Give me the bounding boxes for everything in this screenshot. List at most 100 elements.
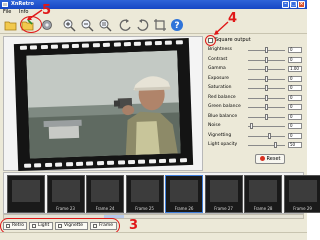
frame-thumbnail[interactable]: Frame 27 [204, 175, 243, 213]
slider-label: Green balance [208, 104, 241, 109]
frame-label: Frame 29 [293, 206, 312, 211]
annotation-number-3: 3 [129, 218, 139, 233]
value-spinner[interactable]: 0 [288, 85, 302, 91]
slider-row: Noise 0 [208, 122, 304, 130]
window-title: XnRetro [11, 1, 34, 7]
menu-file[interactable]: File [3, 9, 11, 15]
slider-label: Blue balance [208, 113, 238, 119]
help-icon[interactable]: ? [170, 18, 184, 32]
slider-row: Vignetting 0 [208, 132, 304, 140]
slider-row: Gamma 1.00 [208, 65, 304, 73]
slider-row: Saturation 0 [208, 84, 304, 92]
slider-row: Green balance 0 [208, 103, 304, 111]
frame-preview [249, 180, 277, 202]
slider-label: Light opacity [208, 142, 238, 147]
slider-row: Exposure 0 [208, 75, 304, 83]
annotation-arrow-4-icon [214, 21, 229, 35]
value-spinner[interactable]: 0 [288, 123, 302, 129]
frame-thumbnail[interactable]: Frame 25 [125, 175, 164, 213]
frame-preview [288, 180, 317, 202]
reset-label: Reset [266, 156, 281, 162]
value-spinner[interactable]: 0 [288, 56, 302, 63]
app-window: XnRetro – □ × File Info ? 5 Square outpu… [0, 0, 320, 240]
frame-thumbnail[interactable]: Frame 26 [165, 175, 203, 213]
slider-thumb[interactable] [265, 113, 268, 120]
frame-preview [12, 180, 40, 202]
value-spinner[interactable]: 50 [288, 142, 302, 148]
slider-thumb[interactable] [265, 85, 268, 91]
reset-icon [259, 156, 265, 161]
slider-row: Red balance 0 [208, 94, 304, 102]
open-folder-icon[interactable] [4, 18, 18, 32]
image-preview [3, 36, 203, 172]
status-bar [0, 232, 307, 240]
slider-row: Blue balance 0 [208, 113, 304, 121]
close-button[interactable]: × [298, 1, 305, 8]
frame-label: Frame 23 [56, 206, 75, 211]
zoom-out-icon[interactable] [80, 18, 94, 32]
frame-preview [91, 180, 119, 202]
adjustments-panel: Square output Brightness 0 Contrast 0 Gamma 1… [205, 36, 304, 171]
slider-label: Saturation [208, 85, 232, 90]
frame-preview [51, 180, 80, 202]
frame-label: Frame 26 [174, 206, 194, 211]
minimize-button[interactable]: – [282, 1, 289, 8]
frame-label: Frame 25 [135, 206, 154, 211]
slider-thumb[interactable] [273, 142, 277, 148]
sprocket-holes-bottom [24, 158, 187, 169]
slider-thumb[interactable] [265, 104, 268, 110]
reset-button[interactable]: Reset [255, 154, 285, 164]
frame-preview [209, 180, 238, 202]
frame-thumbnail[interactable] [7, 175, 45, 213]
frame-thumbnail[interactable]: Frame 29 [283, 175, 320, 213]
slider-label: Gamma [208, 66, 226, 71]
value-spinner[interactable]: 0 [288, 94, 302, 101]
value-spinner[interactable]: 0 [288, 132, 302, 139]
slider-label: Noise [208, 123, 221, 128]
frame-label: Frame 24 [95, 206, 115, 211]
slider-row: Light opacity 50 [208, 141, 304, 149]
rotate-right-icon[interactable] [136, 18, 150, 32]
maximize-button[interactable]: □ [290, 1, 297, 8]
value-spinner[interactable]: 0 [288, 113, 302, 120]
slider-thumb[interactable] [249, 123, 253, 129]
frame-label: Frame 28 [253, 206, 273, 211]
frame-preview [130, 180, 159, 202]
zoom-fit-icon[interactable] [98, 18, 112, 32]
slider-label: Red balance [208, 94, 236, 100]
slider-thumb[interactable] [265, 75, 268, 82]
frame-thumbnail[interactable]: Frame 24 [86, 175, 124, 213]
frame-thumbnail[interactable]: Frame 28 [244, 175, 282, 213]
slider-label: Brightness [208, 47, 232, 52]
retro-photo [26, 50, 181, 159]
crop-icon[interactable] [153, 18, 167, 32]
app-icon [2, 2, 8, 7]
frame-strip: Frame 23 Frame 24 Frame 25 Frame 26 Frame 27… [3, 172, 320, 214]
svg-text:?: ? [174, 21, 179, 31]
frame-thumbnail[interactable]: Frame 23 [46, 175, 85, 213]
slider-thumb[interactable] [265, 66, 268, 72]
slider-track[interactable] [248, 145, 285, 146]
frame-preview [170, 180, 198, 202]
value-spinner[interactable]: 0 [288, 104, 302, 110]
rotate-left-icon[interactable] [118, 18, 132, 32]
slider-track[interactable] [248, 135, 285, 137]
slider-thumb[interactable] [268, 132, 272, 139]
slider-thumb[interactable] [265, 94, 268, 101]
slider-label: Exposure [208, 75, 229, 81]
value-spinner[interactable]: 0 [288, 75, 302, 82]
sprocket-holes-top [19, 40, 183, 51]
value-spinner[interactable]: 1.00 [288, 66, 302, 72]
slider-label: Contrast [208, 56, 228, 62]
zoom-in-icon[interactable] [62, 18, 76, 32]
toolbar: ? [0, 16, 307, 34]
value-spinner[interactable]: 0 [288, 47, 302, 53]
slider-thumb[interactable] [265, 47, 268, 53]
frame-label: Frame 27 [214, 206, 233, 211]
slider-label: Vignetting [208, 132, 232, 138]
slider-row: Brightness 0 [208, 46, 304, 54]
slider-track[interactable] [248, 126, 285, 127]
slider-thumb[interactable] [265, 56, 268, 63]
film-frame [13, 37, 194, 172]
slider-row: Contrast 0 [208, 56, 304, 64]
